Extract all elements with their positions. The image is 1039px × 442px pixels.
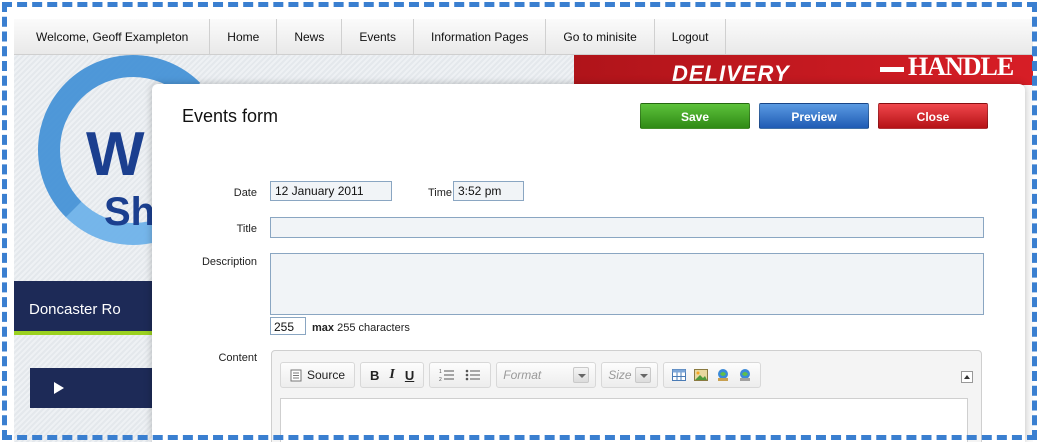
logo-text-top: W	[86, 120, 145, 189]
source-icon	[290, 369, 302, 381]
format-dropdown[interactable]: Format	[503, 364, 590, 386]
date-label: Date	[233, 187, 257, 199]
svg-text:2: 2	[439, 377, 442, 382]
nav-logout[interactable]: Logout	[655, 19, 727, 55]
nav-events[interactable]: Events	[342, 19, 415, 55]
editor-toolbar: Source B I U 12 Format Size	[280, 361, 766, 389]
source-group: Source	[280, 362, 356, 388]
ordered-list-button[interactable]: 12	[434, 364, 460, 386]
modal-title: Events form	[182, 106, 279, 126]
format-placeholder: Format	[503, 368, 542, 382]
nav-information-pages[interactable]: Information Pages	[414, 19, 547, 55]
nav-home[interactable]: Home	[210, 19, 278, 55]
banner-handle-text: HANDLE IT!	[880, 55, 1033, 85]
sidebar-menu-bar[interactable]	[30, 368, 154, 408]
ordered-list-icon: 12	[439, 369, 455, 382]
format-chevron-down-icon	[573, 367, 590, 383]
title-field[interactable]	[270, 217, 984, 238]
editor-content-area[interactable]	[280, 398, 968, 442]
sidebar-title: Doncaster Ro	[29, 301, 121, 318]
text-style-group: B I U	[360, 362, 425, 388]
svg-text:1: 1	[439, 369, 442, 375]
events-form-modal: Events form Save Preview Close Date 12 J…	[152, 84, 1025, 442]
description-field[interactable]	[270, 253, 984, 315]
link-icon[interactable]	[715, 367, 731, 383]
description-label: Description	[201, 256, 257, 268]
table-icon[interactable]	[671, 367, 687, 383]
date-field[interactable]: 12 January 2011	[270, 181, 392, 201]
max-prefix: max	[312, 322, 335, 334]
banner-delivery-text: DELIVERY	[672, 61, 790, 85]
nav-welcome: Welcome, Geoff Exampleton	[14, 19, 211, 55]
nav-news[interactable]: News	[277, 19, 343, 55]
play-arrow-icon	[54, 382, 64, 394]
size-combo-group: Size	[601, 362, 658, 388]
size-chevron-down-icon	[634, 367, 651, 383]
save-button[interactable]: Save	[640, 103, 750, 129]
image-icon[interactable]	[693, 367, 709, 383]
insert-group	[662, 362, 761, 388]
collapse-toolbar-button[interactable]	[961, 371, 973, 383]
close-button[interactable]: Close	[878, 103, 988, 129]
sidebar-title-bar: Doncaster Ro	[14, 281, 154, 335]
italic-button[interactable]: I	[384, 364, 399, 386]
logo-text-bottom: Sh	[104, 190, 156, 234]
size-dropdown[interactable]: Size	[608, 364, 651, 386]
bold-button[interactable]: B	[365, 364, 384, 386]
bulleted-list-icon	[465, 369, 481, 381]
underline-button[interactable]: U	[400, 364, 419, 386]
time-label: Time	[427, 187, 452, 199]
source-button[interactable]: Source	[285, 364, 350, 386]
admin-top-nav: Welcome, Geoff Exampleton Home News Even…	[14, 19, 1033, 55]
nav-go-to-minisite[interactable]: Go to minisite	[546, 19, 655, 55]
ad-banner: DELIVERY HANDLE IT!	[574, 55, 1033, 85]
content-label: Content	[218, 352, 257, 364]
source-label: Source	[307, 368, 346, 382]
format-combo-group: Format	[496, 362, 597, 388]
unlink-icon[interactable]	[737, 367, 753, 383]
title-label: Title	[236, 223, 257, 235]
preview-button[interactable]: Preview	[759, 103, 869, 129]
rich-text-editor: Source B I U 12 Format Size	[271, 350, 982, 442]
max-characters-note: max 255 characters	[312, 322, 410, 334]
right-edge-strip	[1024, 85, 1033, 442]
char-count-field: 255	[270, 317, 306, 335]
max-suffix: 255 characters	[337, 322, 410, 334]
time-field[interactable]: 3:52 pm	[453, 181, 524, 201]
bulleted-list-button[interactable]	[460, 364, 486, 386]
size-placeholder: Size	[608, 368, 632, 382]
list-group: 12	[429, 362, 492, 388]
